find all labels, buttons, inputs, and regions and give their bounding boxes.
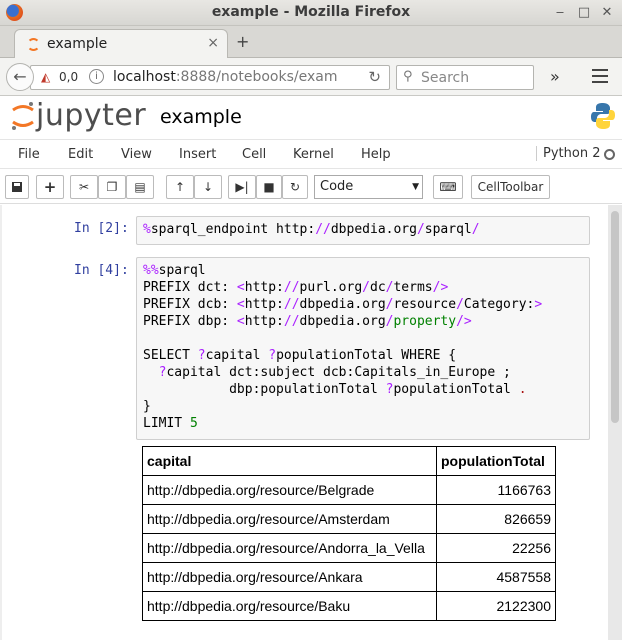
arrow-down-icon: ↓ [202,180,214,194]
cell-prompt: In [4]: [74,263,129,278]
url-path: :8888/notebooks/exam [175,69,338,85]
cell-population: 4587558 [436,562,556,592]
cell-capital: http://dbpedia.org/resource/Belgrade [142,475,437,505]
menu-kernel[interactable]: Kernel [293,147,334,162]
run-cell-button[interactable]: ▶| [228,175,256,199]
move-up-button[interactable]: ↑ [166,175,194,199]
cut-button[interactable]: ✂ [70,175,98,199]
search-icon: ⚲ [403,69,413,84]
move-down-button[interactable]: ↓ [194,175,222,199]
cell-type-select[interactable]: Code ▼ [314,175,423,199]
tracking-icon[interactable]: ◭ [41,70,50,84]
jupyter-wordmark[interactable]: jupyter [36,98,146,133]
window-title: example - Mozilla Firefox [211,4,411,20]
interrupt-button[interactable]: ■ [256,175,282,199]
url-host: localhost [113,69,176,85]
column-header: capital [142,446,437,476]
tab-bar: example × + [0,26,622,58]
cell-population: 1166763 [436,475,556,505]
scrollbar-thumb[interactable] [611,211,619,423]
menu-insert[interactable]: Insert [179,147,216,162]
menu-help[interactable]: Help [361,147,391,162]
column-header: populationTotal [436,446,556,476]
url-bar[interactable]: ◭ 0,0 i localhost:8888/notebooks/exam ↻ [30,65,390,90]
cell-population: 2122300 [436,591,556,621]
menu-cell[interactable]: Cell [242,147,266,162]
cell-prompt: In [2]: [74,221,129,236]
save-button[interactable] [5,175,29,199]
cell-capital: http://dbpedia.org/resource/Ankara [142,562,437,592]
tab-close-icon[interactable]: × [207,35,219,51]
cell-population: 22256 [436,533,556,563]
cut-icon: ✂ [78,180,90,194]
cell-type-value: Code [320,179,354,194]
jupyter-logo-icon[interactable] [10,100,36,132]
jupyter-favicon-icon [27,38,40,51]
menu-file[interactable]: File [18,147,40,162]
copy-button[interactable]: ❐ [98,175,126,199]
table-row: http://dbpedia.org/resource/Amsterdam 826… [142,504,556,534]
copy-icon: ❐ [106,180,118,194]
scrollbar[interactable] [608,205,622,640]
stop-icon: ■ [263,180,275,194]
hamburger-menu-icon[interactable] [592,69,608,83]
navigation-bar: ◭ 0,0 i localhost:8888/notebooks/exam ↻ … [0,58,622,96]
chevron-down-icon: ▼ [412,182,419,192]
notebook-area: In [2]: %sparql_endpoint http://dbpedia.… [0,205,622,640]
save-icon [12,182,22,192]
table-row: http://dbpedia.org/resource/Baku 2122300 [142,591,556,621]
arrow-up-icon: ↑ [174,180,186,194]
cell-population: 826659 [436,504,556,534]
notebook-page: In [2]: %sparql_endpoint http://dbpedia.… [2,205,608,640]
menu-view[interactable]: View [121,147,152,162]
table-row: http://dbpedia.org/resource/Ankara 458755… [142,562,556,592]
close-window-button[interactable]: ✕ [598,4,616,22]
table-row: http://dbpedia.org/resource/Belgrade 1166… [142,475,556,505]
search-placeholder: Search [421,70,470,86]
new-tab-button[interactable]: + [236,32,249,51]
notebook-menubar: File Edit View Insert Cell Kernel Help P… [0,139,622,169]
table-row: http://dbpedia.org/resource/Andorra_la_V… [142,533,556,563]
command-palette-button[interactable]: ⌨ [433,175,463,199]
minimize-button[interactable]: ‒ [551,4,569,22]
window-titlebar: example - Mozilla Firefox ‒ □ ✕ [0,0,622,26]
insert-cell-button[interactable]: + [36,175,64,199]
maximize-button[interactable]: □ [575,4,593,22]
search-box[interactable]: ⚲ Search [396,65,534,90]
reload-icon[interactable]: ↻ [368,68,381,86]
url-text[interactable]: localhost:8888/notebooks/exam [113,69,361,85]
cell-capital: http://dbpedia.org/resource/Amsterdam [142,504,437,534]
tab-example[interactable]: example × [14,29,228,58]
site-info-icon[interactable]: i [89,69,104,84]
kernel-status-icon [604,149,615,160]
notebook-name[interactable]: example [160,106,242,128]
restart-button[interactable]: ↻ [282,175,308,199]
tracking-count: 0,0 [59,70,79,84]
plus-icon: + [43,178,57,196]
cell-capital: http://dbpedia.org/resource/Andorra_la_V… [142,533,437,563]
kernel-name: Python 2 [536,146,600,161]
code-cell-input[interactable]: %sparql_endpoint http://dbpedia.org/spar… [136,216,590,245]
paste-button[interactable]: ▤ [126,175,154,199]
celltoolbar-button[interactable]: CellToolbar [471,175,550,199]
paste-icon: ▤ [134,180,146,194]
results-table: capital populationTotal http://dbpedia.o… [142,446,556,621]
tab-label: example [47,36,108,52]
table-header-row: capital populationTotal [142,446,556,476]
keyboard-icon: ⌨ [439,180,457,194]
cell-capital: http://dbpedia.org/resource/Baku [142,591,437,621]
menu-edit[interactable]: Edit [68,147,93,162]
jupyter-header: jupyter example [0,96,622,138]
overflow-chevron-icon[interactable]: » [550,67,560,86]
restart-icon: ↻ [289,180,301,194]
step-forward-icon: ▶| [235,180,249,194]
python-logo-icon [591,103,615,129]
notebook-toolbar: + ✂ ❐ ▤ ↑ ↓ ▶| ■ ↻ Code ▼ ⌨ CellToolbar [0,170,622,204]
back-button[interactable]: ← [6,63,34,91]
code-cell-input[interactable]: %%sparql PREFIX dct: <http://purl.org/dc… [136,257,590,440]
